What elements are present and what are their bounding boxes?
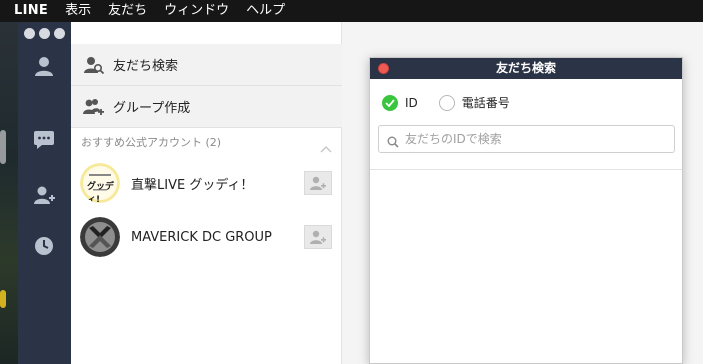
- list-item[interactable]: MAVERICK DC GROUP: [71, 210, 342, 264]
- section-title: おすすめ公式アカウント (2): [81, 136, 222, 149]
- avatar: [80, 217, 120, 257]
- clock-icon[interactable]: [32, 234, 56, 258]
- list-item[interactable]: グッディ! 直撃LIVE グッディ！: [71, 156, 342, 210]
- dialog-title: 友だち検索: [495, 61, 556, 75]
- friend-search-action[interactable]: 友だち検索: [71, 44, 342, 86]
- radio-phone-label: 電話番号: [461, 96, 510, 110]
- add-friend-button[interactable]: [304, 171, 332, 195]
- zoom-window-button[interactable]: [54, 28, 65, 39]
- menu-item-view[interactable]: 表示: [65, 0, 91, 22]
- search-icon: [387, 133, 399, 148]
- desktop-background: [0, 22, 18, 364]
- add-friends-panel: 友だち検索 グループ作成 おすすめ公式アカウント (2) グッディ! 直撃LIV…: [71, 22, 342, 364]
- create-group-label: グループ作成: [113, 101, 191, 116]
- divider: [370, 169, 682, 170]
- search-person-icon: [83, 55, 105, 75]
- dialog-titlebar: 友だち検索: [370, 58, 682, 79]
- chevron-up-icon[interactable]: [320, 138, 332, 153]
- recommended-accounts-header: おすすめ公式アカウント (2): [71, 128, 342, 156]
- radio-id[interactable]: ID: [382, 94, 418, 111]
- chat-icon[interactable]: [32, 128, 56, 152]
- group-add-icon: [83, 97, 105, 117]
- menu-app-name[interactable]: LINE: [14, 0, 48, 22]
- add-friend-button[interactable]: [304, 225, 332, 249]
- avatar-logo-text: グッディ!: [87, 182, 115, 203]
- desktop-decoration: [0, 130, 6, 164]
- nav-sidebar: [18, 44, 71, 364]
- menu-bar: LINE 表示 友だち ウィンドウ ヘルプ: [0, 0, 703, 22]
- person-icon[interactable]: [32, 54, 56, 78]
- search-input[interactable]: [405, 132, 665, 146]
- window-titlebar: [18, 22, 71, 44]
- search-field[interactable]: [378, 125, 675, 153]
- radio-unchecked-icon: [438, 94, 455, 111]
- minimize-window-button[interactable]: [39, 28, 50, 39]
- close-dialog-button[interactable]: [378, 63, 389, 74]
- checkmark-icon: [382, 94, 398, 111]
- account-name: 直撃LIVE グッディ！: [131, 177, 254, 193]
- add-friend-icon[interactable]: [32, 184, 56, 208]
- desktop-decoration: [0, 290, 6, 308]
- create-group-action[interactable]: グループ作成: [71, 86, 342, 128]
- radio-id-label: ID: [405, 95, 418, 110]
- radio-phone[interactable]: 電話番号: [438, 94, 510, 111]
- close-window-button[interactable]: [24, 28, 35, 39]
- menu-item-friends[interactable]: 友だち: [108, 0, 147, 22]
- search-type-radio-group: ID 電話番号: [382, 94, 531, 111]
- friend-search-dialog: 友だち検索 ID 電話番号: [369, 57, 683, 364]
- friend-search-label: 友だち検索: [113, 59, 179, 74]
- account-name: MAVERICK DC GROUP: [131, 229, 272, 245]
- menu-item-help[interactable]: ヘルプ: [246, 0, 285, 22]
- avatar: グッディ!: [80, 163, 120, 203]
- menu-item-window[interactable]: ウィンドウ: [164, 0, 229, 22]
